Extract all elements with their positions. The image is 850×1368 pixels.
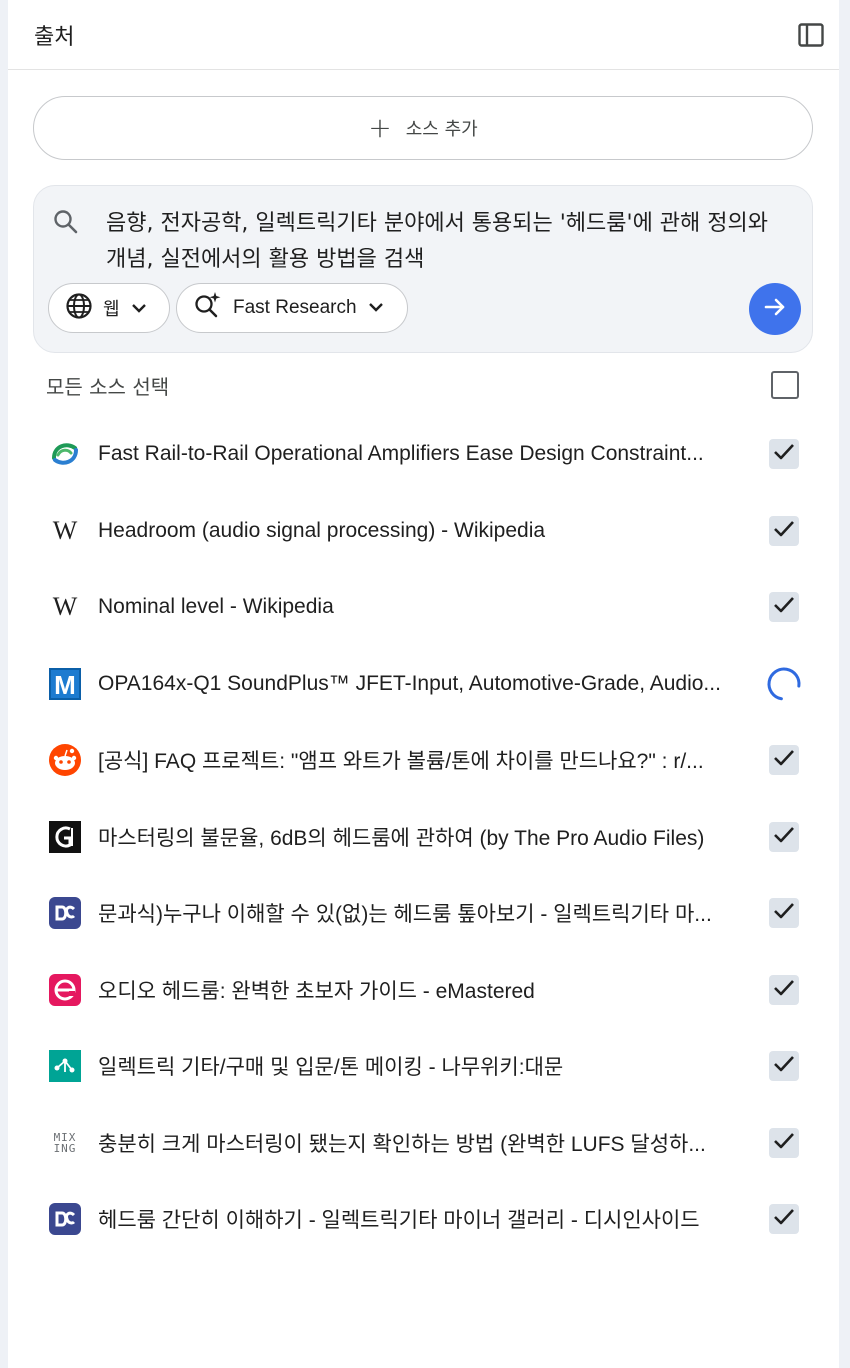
source-item[interactable]: W Headroom (audio signal processing) - Wi… [8,493,839,570]
source-title: Nominal level - Wikipedia [98,595,334,619]
source-item[interactable]: [공식] FAQ 프로젝트: "앰프 와트가 볼륨/톤에 차이를 만드나요?" … [8,722,839,799]
reddit-icon [48,743,82,777]
panel-header: 출처 [8,0,839,70]
source-checkbox[interactable] [769,745,799,776]
search-query-input[interactable]: 음향, 전자공학, 일렉트릭기타 분야에서 통용되는 '헤드룸'에 관해 정의와… [106,206,776,278]
chevron-down-icon [130,298,148,319]
source-item[interactable]: W Nominal level - Wikipedia [8,569,839,646]
source-checkbox[interactable] [769,1127,799,1158]
dcinside-icon [48,896,82,930]
research-mode-label: Fast Research [233,297,357,318]
source-item[interactable]: 헤드룸 간단히 이해하기 - 일렉트릭기타 마이너 갤러리 - 디시인사이드 [8,1181,839,1258]
checkmark-icon [773,826,795,848]
source-title: OPA164x-Q1 SoundPlus™ JFET-Input, Automo… [98,671,721,695]
checkmark-icon [773,902,795,924]
source-item[interactable]: 마스터링의 불문율, 6dB의 헤드룸에 관하여 (by The Pro Aud… [8,799,839,876]
emastered-icon [48,973,82,1007]
checkmark-icon [773,1132,795,1154]
source-item[interactable]: MIX ING 충분히 크게 마스터링이 됐는지 확인하는 방법 (완벽한 LUFS… [8,1105,839,1182]
source-title: Headroom (audio signal processing) - Wik… [98,518,546,542]
source-title: 일렉트릭 기타/구매 및 입문/톤 메이킹 - 나무위키:대문 [98,1056,564,1080]
source-title: 충분히 크게 마스터링이 됐는지 확인하는 방법 (완벽한 LUFS 달성하..… [98,1132,706,1156]
checkmark-icon [773,1055,795,1077]
checkmark-icon [773,979,795,1001]
source-list: Fast Rail-to-Rail Operational Amplifiers… [8,416,839,1258]
panel-title: 출처 [34,24,75,50]
source-title: [공식] FAQ 프로젝트: "앰프 와트가 볼륨/톤에 차이를 만드나요?" … [98,750,704,774]
collapse-panel-icon[interactable] [797,21,825,49]
pro-audio-files-icon [48,820,82,854]
arrow-right-icon [763,295,787,323]
checkmark-icon [773,443,795,465]
source-checkbox[interactable] [769,1051,799,1082]
mouser-icon: M [48,667,82,701]
source-item[interactable]: 일렉트릭 기타/구매 및 입문/톤 메이킹 - 나무위키:대문 [8,1028,839,1105]
web-source-dropdown[interactable]: 웹 [48,283,170,333]
mixing-icon-line: ING [53,1141,77,1155]
select-all-label: 모든 소스 선택 [46,374,170,399]
web-chip-label: 웹 [103,299,120,320]
source-checkbox[interactable] [769,592,799,623]
checkmark-icon [773,749,795,771]
svg-text:W: W [53,592,78,621]
add-source-label: 소스 추가 [405,119,478,140]
add-source-button[interactable]: + 소스 추가 [33,96,813,160]
submit-search-button[interactable] [749,283,801,335]
source-checkbox[interactable] [769,515,799,546]
sparkle-search-icon [193,291,223,325]
wikipedia-icon: W [48,514,82,548]
research-search-box: 음향, 전자공학, 일렉트릭기타 분야에서 통용되는 '헤드룸'에 관해 정의와… [33,185,813,353]
plus-icon: + [368,111,392,144]
source-checkbox[interactable] [769,898,799,929]
checkmark-icon [773,1208,795,1230]
chevron-down-icon [367,297,385,319]
checkmark-icon [773,596,795,618]
source-item[interactable]: 문과식)누구나 이해할 수 있(없)는 헤드룸 톺아보기 - 일렉트릭기타 마.… [8,875,839,952]
select-all-row: 모든 소스 선택 [46,367,801,403]
source-title: 오디오 헤드룸: 완벽한 초보자 가이드 - eMastered [98,979,535,1003]
source-item[interactable]: 오디오 헤드룸: 완벽한 초보자 가이드 - eMastered [8,952,839,1029]
namuwiki-icon [48,1049,82,1083]
dcinside-icon [48,1202,82,1236]
source-title: Fast Rail-to-Rail Operational Amplifiers… [98,442,704,466]
loading-spinner-icon [765,665,803,703]
sources-panel: 출처 + 소스 추가 음향, 전자공학, 일렉트릭기타 분야에서 통용되는 '헤… [8,0,839,1368]
svg-text:M: M [54,670,76,700]
globe-icon [65,292,93,325]
source-title: 헤드룸 간단히 이해하기 - 일렉트릭기타 마이너 갤러리 - 디시인사이드 [98,1209,700,1233]
source-checkbox[interactable] [769,1204,799,1235]
source-item[interactable]: M OPA164x-Q1 SoundPlus™ JFET-Input, Autom… [8,646,839,723]
source-checkbox[interactable] [769,821,799,852]
mixing-icon: MIX ING [48,1126,82,1160]
select-all-checkbox[interactable] [771,371,799,399]
search-icon [52,208,80,240]
source-item[interactable]: Fast Rail-to-Rail Operational Amplifiers… [8,416,839,493]
source-title: 마스터링의 불문율, 6dB의 헤드룸에 관하여 (by The Pro Aud… [98,826,705,850]
source-title: 문과식)누구나 이해할 수 있(없)는 헤드룸 톺아보기 - 일렉트릭기타 마.… [98,903,712,927]
svg-text:W: W [53,516,78,545]
checkmark-icon [773,520,795,542]
wikipedia-icon: W [48,590,82,624]
analog-logo-icon [48,437,82,471]
source-checkbox[interactable] [769,974,799,1005]
source-checkbox[interactable] [769,439,799,470]
research-mode-dropdown[interactable]: Fast Research [176,283,408,333]
